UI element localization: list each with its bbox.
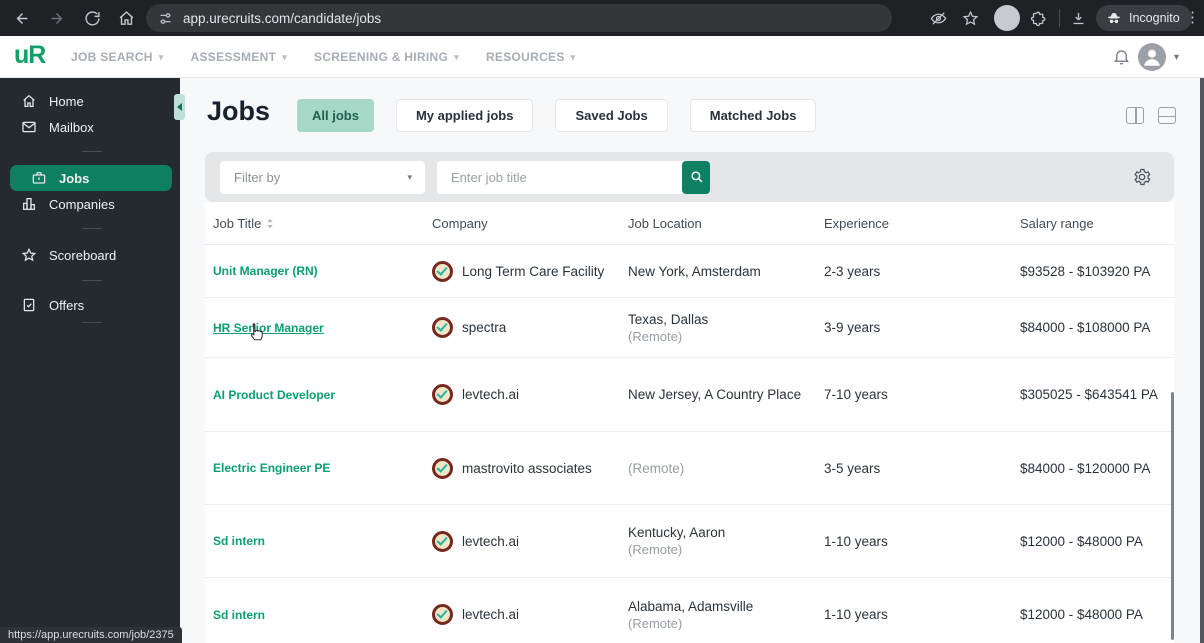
star-icon — [21, 247, 37, 263]
job-title-link[interactable]: Sd intern — [213, 534, 265, 548]
filter-panel: Filter by ▾ — [205, 152, 1174, 202]
sidebar-item-home[interactable]: Home — [0, 88, 180, 114]
menu-assessment[interactable]: ASSESSMENT ▾ — [191, 50, 288, 64]
extensions-icon[interactable] — [1030, 10, 1047, 27]
briefcase-icon — [31, 170, 47, 186]
table-row: HR Senior Manager spectra Texas, Dallas(… — [205, 298, 1174, 358]
job-title-link[interactable]: AI Product Developer — [213, 388, 335, 402]
browser-reload-icon[interactable] — [84, 10, 101, 27]
view-toggles — [1126, 107, 1176, 124]
address-bar[interactable]: app.urecruits.com/candidate/jobs — [146, 4, 892, 32]
company-logo-icon — [432, 604, 453, 625]
buildings-icon — [21, 196, 37, 212]
chevron-down-icon: ▾ — [570, 51, 576, 62]
toolbar-separator — [1059, 9, 1060, 27]
company-logo-icon — [432, 530, 453, 552]
job-title-link[interactable]: Electric Engineer PE — [213, 461, 330, 475]
tab-my-applied-jobs[interactable]: My applied jobs — [395, 99, 534, 132]
column-view-icon[interactable] — [1126, 107, 1144, 124]
page-title: Jobs — [207, 96, 271, 126]
job-title-link[interactable]: Sd intern — [213, 608, 265, 622]
company-logo-icon — [432, 457, 453, 479]
table-row: AI Product Developer levtech.ai New Jers… — [205, 358, 1174, 432]
offer-document-icon — [21, 297, 37, 313]
profile-chevron-icon[interactable]: ▾ — [1174, 52, 1179, 63]
app-navbar: uR JOB SEARCH ▾ ASSESSMENT ▾ SCREENING & H… — [0, 36, 1204, 78]
menu-resources[interactable]: RESOURCES ▾ — [486, 50, 576, 64]
header-company: Company — [432, 215, 488, 231]
header-job-title[interactable]: Job Title — [213, 216, 432, 231]
sidebar-divider — [82, 322, 102, 323]
eye-off-icon[interactable] — [930, 10, 947, 27]
browser-back-icon[interactable] — [14, 10, 31, 27]
tab-matched-jobs[interactable]: Matched Jobs — [689, 99, 817, 132]
table-row: Sd intern levtech.ai Kentucky, Aaron (Rem… — [205, 505, 1174, 578]
job-title-search — [437, 161, 710, 194]
browser-profile-avatar[interactable] — [994, 5, 1020, 31]
downloads-icon[interactable] — [1070, 10, 1087, 27]
header-experience: Experience — [824, 215, 890, 231]
table-header-row: Job Title Company Job Location Experienc… — [205, 202, 1174, 245]
bookmark-star-icon[interactable] — [962, 10, 979, 27]
chevron-down-icon: ▾ — [282, 51, 288, 62]
chevron-down-icon: ▾ — [454, 51, 459, 62]
sort-icon[interactable] — [266, 218, 274, 229]
notifications-bell-icon[interactable] — [1112, 47, 1131, 66]
chevron-down-icon: ▾ — [158, 51, 164, 62]
tab-saved-jobs[interactable]: Saved Jobs — [555, 99, 668, 132]
table-row: Electric Engineer PE mastrovito associat… — [205, 432, 1174, 505]
incognito-icon — [1106, 10, 1122, 26]
incognito-badge: Incognito — [1096, 5, 1192, 31]
urecruits-logo[interactable]: uR — [14, 41, 46, 70]
sidebar-divider — [82, 228, 102, 229]
sidebar-collapse-toggle[interactable] — [174, 94, 185, 120]
site-settings-icon[interactable] — [158, 11, 173, 26]
company-logo-icon — [432, 317, 453, 338]
main-menu: JOB SEARCH ▾ ASSESSMENT ▾ SCREENING & HIRI… — [71, 36, 575, 78]
jobs-table: Job Title Company Job Location Experienc… — [205, 202, 1174, 643]
sidebar-item-mailbox[interactable]: Mailbox — [0, 114, 180, 140]
browser-menu-icon[interactable]: ⋮ — [1185, 9, 1200, 27]
browser-toolbar: app.urecruits.com/candidate/jobs Incogni… — [0, 0, 1204, 36]
job-title-link[interactable]: HR Senior Manager — [213, 321, 324, 335]
table-row: Unit Manager (RN) Long Term Care Facilit… — [205, 245, 1174, 298]
search-button[interactable] — [682, 161, 710, 194]
app-root: app.urecruits.com/candidate/jobs Incogni… — [0, 0, 1204, 643]
company-logo-icon — [432, 384, 453, 405]
job-title-link[interactable]: Unit Manager (RN) — [213, 264, 318, 278]
table-row: Sd intern levtech.ai Alabama, Adamsville… — [213, 598, 1143, 631]
header-salary-range: Salary range — [1020, 215, 1094, 231]
tab-all-jobs[interactable]: All jobs — [297, 99, 374, 132]
page-scrollbar[interactable] — [1200, 78, 1204, 643]
sidebar-item-companies[interactable]: Companies — [0, 191, 180, 217]
chevron-down-icon: ▾ — [407, 172, 412, 182]
row-view-icon[interactable] — [1158, 107, 1176, 124]
url-text: app.urecruits.com/candidate/jobs — [183, 10, 382, 26]
table-scrollbar-thumb[interactable] — [1171, 392, 1174, 640]
sidebar-divider — [82, 280, 102, 281]
sidebar-item-jobs[interactable]: Jobs — [10, 165, 172, 191]
header-job-location: Job Location — [628, 215, 702, 231]
sidebar: Home Mailbox Jobs Companies Scoreboard O… — [0, 78, 180, 643]
sidebar-divider — [82, 151, 102, 152]
home-icon — [21, 93, 37, 109]
sidebar-item-offers[interactable]: Offers — [0, 292, 180, 318]
job-title-input[interactable] — [437, 161, 682, 194]
incognito-label: Incognito — [1129, 11, 1180, 25]
menu-job-search[interactable]: JOB SEARCH ▾ — [71, 50, 164, 64]
jobs-tabs: All jobs My applied jobs Saved Jobs Matc… — [297, 99, 817, 132]
mail-icon — [21, 119, 37, 135]
filter-by-dropdown[interactable]: Filter by ▾ — [220, 161, 425, 194]
sidebar-item-scoreboard[interactable]: Scoreboard — [0, 242, 180, 268]
table-settings-gear-icon[interactable] — [1132, 167, 1152, 187]
menu-screening-hiring[interactable]: SCREENING & HIRING ▾ — [314, 50, 459, 64]
browser-home-icon[interactable] — [118, 10, 135, 27]
link-preview-statusbar: https://app.urecruits.com/job/2375 — [0, 627, 182, 643]
browser-forward-icon[interactable] — [48, 10, 65, 27]
company-logo-icon — [432, 260, 453, 282]
user-avatar[interactable] — [1138, 43, 1166, 71]
search-icon — [689, 169, 704, 187]
